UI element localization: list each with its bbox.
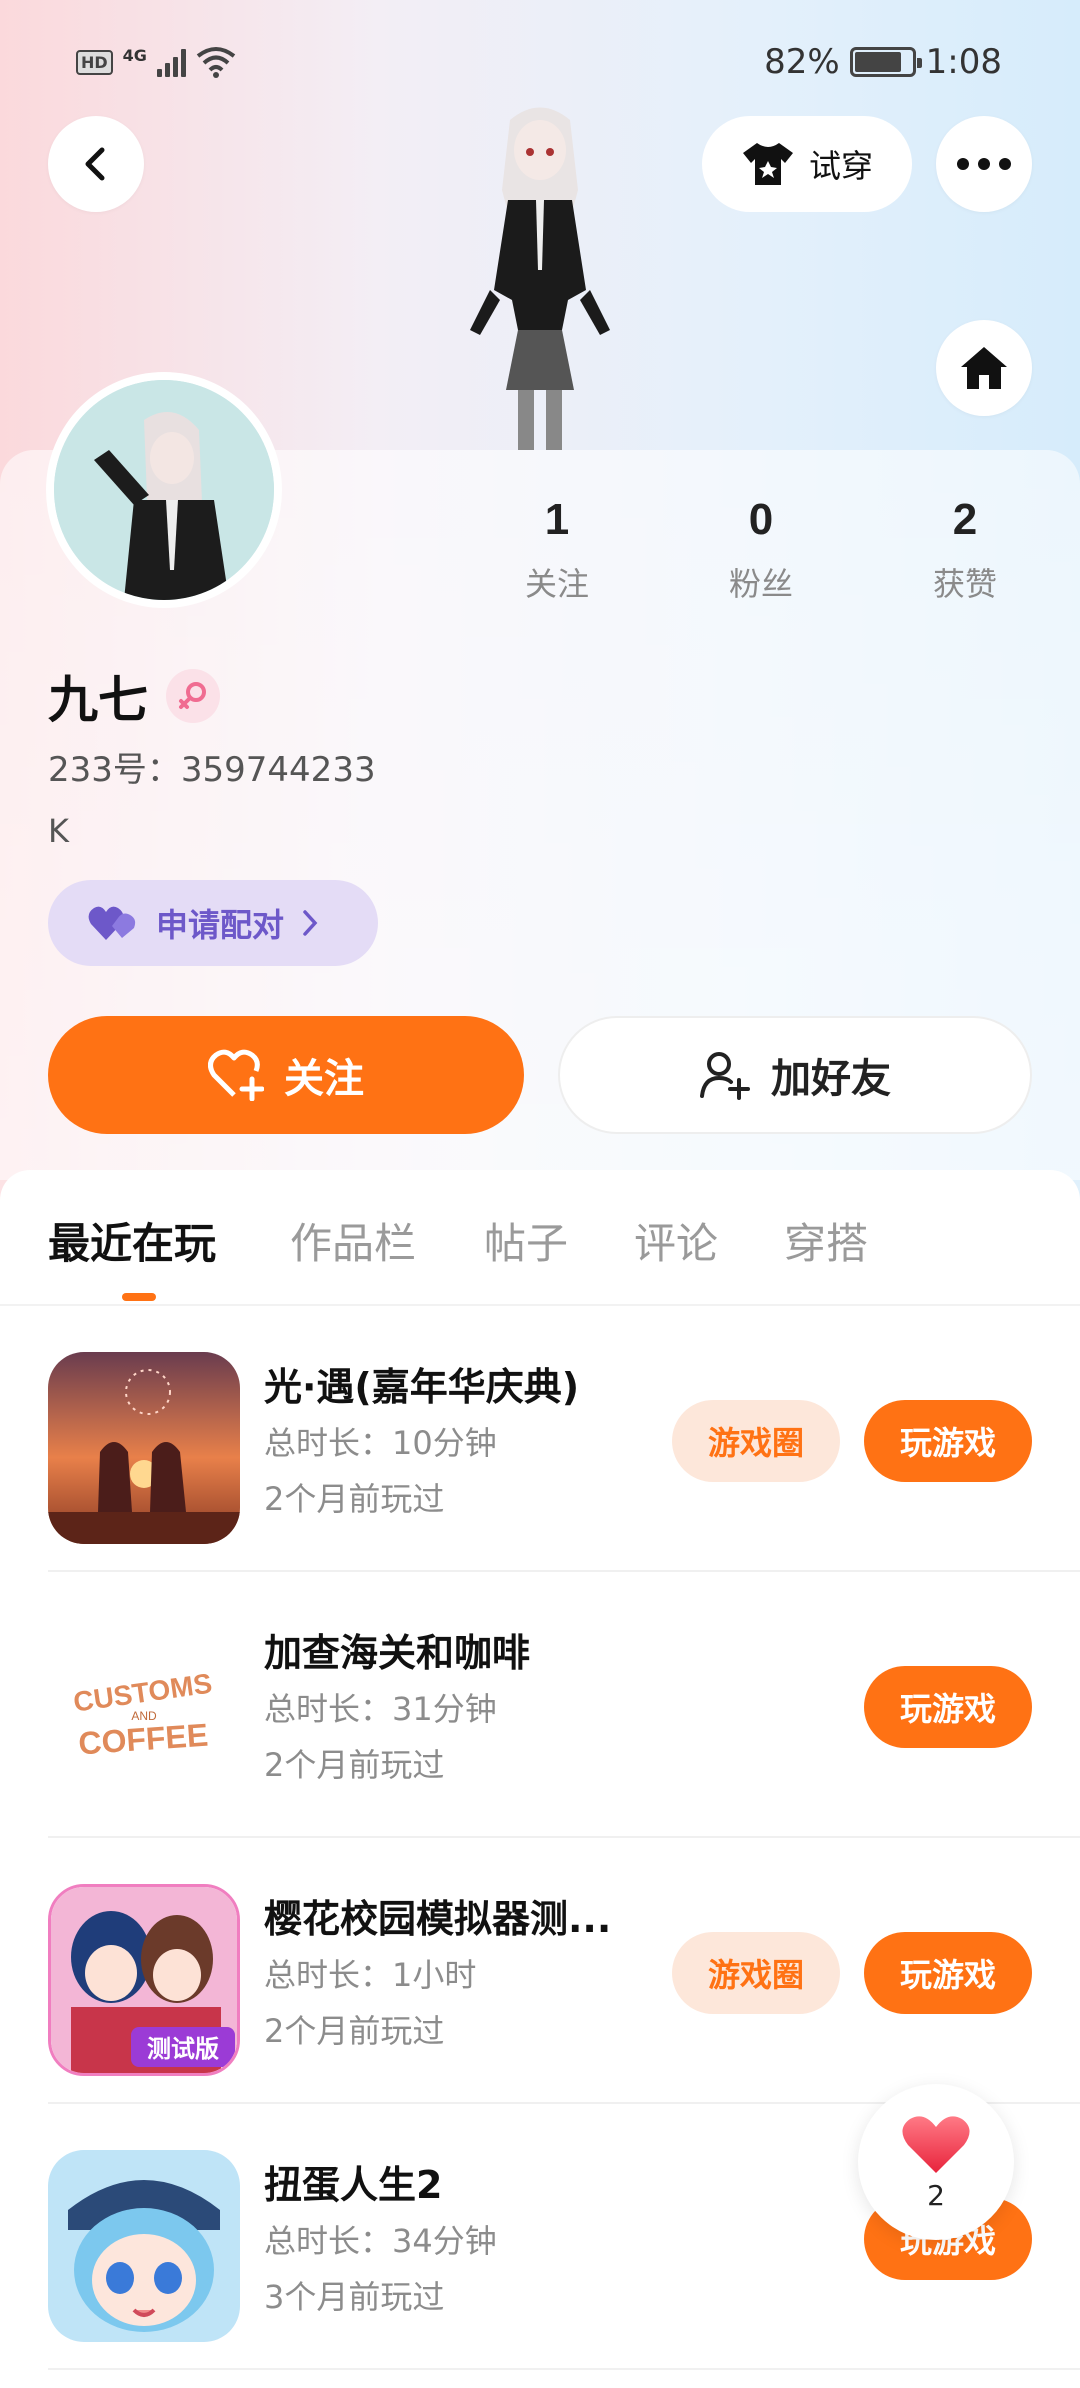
play-game-button[interactable]: 玩游戏: [864, 1932, 1032, 2014]
add-friend-button[interactable]: 加好友: [558, 1016, 1032, 1134]
game-duration: 总时长：10分钟: [264, 1424, 497, 1462]
game-row[interactable]: 光·遇(嘉年华庆典) 总时长：10分钟 2个月前玩过 游戏圈 玩游戏: [0, 1306, 1080, 1572]
game-row[interactable]: CUSTOMS AND COFFEE 加查海关和咖啡 总时长：31分钟 2个月前…: [0, 1572, 1080, 1838]
stat-likes[interactable]: 2 获赞: [890, 495, 1040, 605]
game-last-played: 3个月前玩过: [264, 2278, 445, 2316]
game-last-played: 2个月前玩过: [264, 1480, 445, 1518]
hd-indicator: HD: [76, 49, 113, 75]
game-duration: 总时长：34分钟: [264, 2222, 497, 2260]
bio: K: [48, 812, 69, 850]
more-button[interactable]: [936, 116, 1032, 212]
play-game-button[interactable]: 玩游戏: [864, 1400, 1032, 1482]
stat-following[interactable]: 1 关注: [482, 495, 632, 605]
game-title: 樱花校园模拟器测...: [264, 1897, 612, 1941]
game-icon-gacha-life[interactable]: [48, 2150, 240, 2342]
back-button[interactable]: [48, 116, 144, 212]
female-gender-icon: [166, 669, 220, 723]
game-circle-button[interactable]: 游戏圈: [672, 1400, 840, 1482]
add-user-icon: [700, 1052, 750, 1100]
home-button[interactable]: [936, 320, 1032, 416]
signal-icon: [156, 47, 186, 77]
clock: 1:08: [925, 42, 1002, 82]
like-count: 2: [927, 2178, 945, 2212]
tab-comments[interactable]: 评论: [634, 1210, 718, 1271]
follow-button[interactable]: 关注: [48, 1016, 524, 1134]
svg-text:测试版: 测试版: [147, 2035, 219, 2063]
tab-outfits[interactable]: 穿搭: [784, 1210, 868, 1271]
pair-label: 申请配对: [156, 906, 285, 944]
stat-fans[interactable]: 0 粉丝: [686, 495, 836, 605]
chevron-right-icon: [303, 910, 318, 936]
heart-plus-icon: [208, 1049, 264, 1101]
game-title: 扭蛋人生2: [264, 2163, 443, 2207]
network-label: 4G: [122, 46, 147, 65]
game-last-played: 2个月前玩过: [264, 1746, 445, 1784]
game-title: 光·遇(嘉年华庆典): [264, 1365, 580, 1409]
hearts-icon: [88, 906, 136, 940]
profile-tabs: 最近在玩 作品栏 帖子 评论 穿搭: [0, 1210, 1080, 1304]
game-title: 加查海关和咖啡: [264, 1631, 531, 1675]
house-icon: [961, 347, 1007, 389]
tshirt-icon: [742, 143, 793, 185]
wifi-icon: [196, 47, 236, 78]
try-on-button[interactable]: 试穿: [702, 116, 912, 212]
floating-like-button[interactable]: 2: [858, 2084, 1014, 2240]
profile-name-row: 九七: [48, 660, 220, 732]
game-icon-sakura-school[interactable]: 测试版: [48, 1884, 240, 2076]
follow-label: 关注: [284, 1056, 364, 1102]
active-tab-indicator: [122, 1293, 156, 1301]
try-on-label: 试穿: [808, 147, 873, 185]
battery-percent: 82%: [764, 42, 840, 82]
chevron-left-icon: [85, 147, 105, 181]
profile-name: 九七: [48, 671, 148, 729]
user-id: 233号：359744233: [48, 750, 376, 790]
add-friend-label: 加好友: [771, 1056, 891, 1102]
tab-recently-played[interactable]: 最近在玩: [48, 1210, 216, 1271]
tab-posts[interactable]: 帖子: [484, 1210, 568, 1271]
play-game-button[interactable]: 玩游戏: [864, 1666, 1032, 1748]
heart-icon: [902, 2115, 970, 2173]
game-circle-button[interactable]: 游戏圈: [672, 1932, 840, 2014]
more-dots-icon: [957, 158, 1011, 170]
game-row[interactable]: 测试版 樱花校园模拟器测... 总时长：1小时 2个月前玩过 游戏圈 玩游戏: [0, 1838, 1080, 2104]
game-duration: 总时长：31分钟: [264, 1690, 497, 1728]
tab-works[interactable]: 作品栏: [290, 1210, 416, 1271]
request-pair-button[interactable]: 申请配对: [48, 880, 378, 966]
game-icon-sky[interactable]: [48, 1352, 240, 1544]
battery-icon: [849, 47, 922, 77]
character-avatar-full: [470, 107, 610, 450]
game-duration: 总时长：1小时: [264, 1956, 477, 1994]
avatar-image: [54, 380, 274, 600]
game-icon-customs-coffee[interactable]: CUSTOMS AND COFFEE: [48, 1618, 240, 1810]
game-last-played: 2个月前玩过: [264, 2012, 445, 2050]
avatar[interactable]: [46, 372, 282, 608]
status-bar: HD 4G 82% 1:08: [0, 38, 1080, 88]
